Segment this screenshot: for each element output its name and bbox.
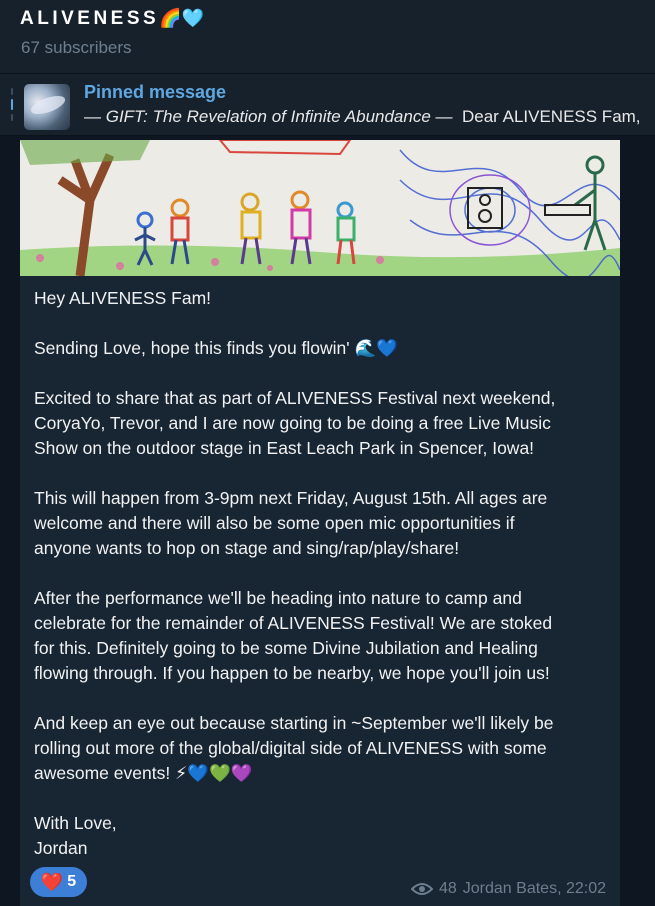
message-line: With Love, <box>34 813 117 833</box>
message-paragraph: This will happen from 3-9pm next Friday,… <box>34 486 614 561</box>
pinned-preview-text: Dear ALIVENESS Fam, <box>461 107 641 126</box>
message-paragraph: After the performance we'll be heading i… <box>34 586 614 686</box>
message-line: After the performance we'll be heading i… <box>34 588 522 608</box>
message-image[interactable] <box>20 140 620 276</box>
reaction-count: 5 <box>67 873 77 890</box>
childrens-drawing-illustration <box>20 140 620 276</box>
message-paragraph: And keep an eye out because starting in … <box>34 711 614 786</box>
pinned-message-bar[interactable]: Pinned message — GIFT: The Revelation of… <box>0 74 655 136</box>
pinned-label: Pinned message <box>84 82 227 102</box>
pinned-preview-title: — GIFT: The Revelation of Infinite Abund… <box>84 107 453 126</box>
message-meta: 48 Jordan Bates, 22:02 <box>410 880 606 898</box>
channel-header[interactable]: ALIVENESS🌈🩵 67 subscribers <box>0 0 655 74</box>
message-line: anyone wants to hop on stage and sing/ra… <box>34 538 460 558</box>
message-paragraph: With Love, Jordan <box>34 811 614 861</box>
eye-icon <box>410 883 433 895</box>
message-line: Excited to share that as part of ALIVENE… <box>34 388 556 408</box>
message-paragraph: Excited to share that as part of ALIVENE… <box>34 386 614 461</box>
message-paragraph: Hey ALIVENESS Fam! <box>34 286 614 311</box>
channel-title-text: ALIVENESS <box>20 8 160 29</box>
message-bubble: Hey ALIVENESS Fam! Sending Love, hope thi… <box>20 140 620 906</box>
message-line: And keep an eye out because starting in … <box>34 713 554 733</box>
message-line: rolling out more of the global/digital s… <box>34 738 547 758</box>
pinned-preview: — GIFT: The Revelation of Infinite Abund… <box>84 107 655 127</box>
channel-title: ALIVENESS🌈🩵 <box>20 8 204 30</box>
message-line: flowing through. If you happen to be nea… <box>34 663 550 683</box>
reaction-button[interactable]: ❤️ 5 <box>30 867 87 897</box>
message-line: CoryaYo, Trevor, and I are now going to … <box>34 413 551 433</box>
channel-title-emoji: 🌈🩵 <box>159 8 205 28</box>
message-line: celebrate for the remainder of ALIVENESS… <box>34 613 553 633</box>
message-line: Jordan <box>34 838 88 858</box>
message-line: Show on the outdoor stage in East Leach … <box>34 438 535 458</box>
subscriber-count: 67 subscribers <box>21 38 132 57</box>
heart-icon: ❤️ <box>40 871 64 892</box>
message-line: welcome and there will also be some open… <box>34 513 515 533</box>
message-paragraph: Sending Love, hope this finds you flowin… <box>34 336 614 361</box>
view-count: 48 <box>438 880 457 897</box>
message-line: for this. Definitely going to be some Di… <box>34 638 538 658</box>
message-line: Sending Love, hope this finds you flowin… <box>34 338 399 358</box>
pinned-indicator <box>11 88 13 128</box>
message-line: awesome events! ⚡💙💚💜 <box>34 763 253 783</box>
message-text: Hey ALIVENESS Fam! Sending Love, hope thi… <box>34 286 614 886</box>
message-line: Hey ALIVENESS Fam! <box>34 288 212 308</box>
message-line: This will happen from 3-9pm next Friday,… <box>34 488 548 508</box>
author-time: Jordan Bates, 22:02 <box>462 880 606 897</box>
pinned-thumbnail <box>24 84 70 130</box>
